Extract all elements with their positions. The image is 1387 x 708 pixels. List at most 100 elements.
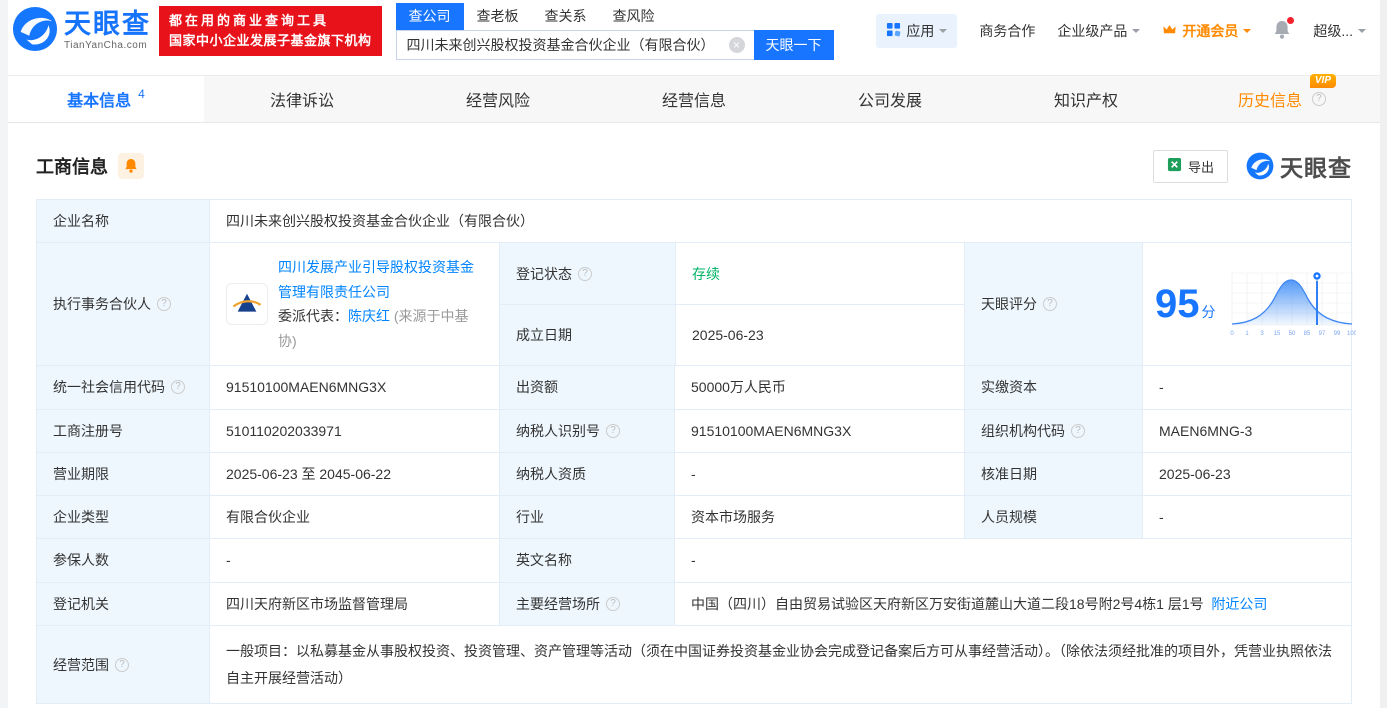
notification-bell[interactable]: [1273, 16, 1295, 43]
help-icon[interactable]: [115, 657, 129, 672]
approval-date-value: 2025-06-23: [1142, 452, 1351, 496]
staff-size-value: -: [1142, 496, 1351, 539]
establish-date-label: 成立日期: [500, 305, 675, 366]
svg-text:0: 0: [1230, 331, 1234, 337]
help-icon[interactable]: [578, 266, 592, 281]
reg-authority-value: 四川天府新区市场监督管理局: [209, 582, 499, 626]
tab-basic-count: 4: [138, 87, 145, 101]
reg-status-value: 存续: [675, 243, 964, 305]
nav-vip-label: 开通会员: [1182, 23, 1239, 39]
search-button[interactable]: 天眼一下: [753, 29, 834, 60]
search-tab-company[interactable]: 查公司: [395, 2, 464, 30]
company-type-value: 有限合伙企业: [209, 496, 499, 539]
chevron-down-icon: [939, 29, 948, 37]
svg-text:15: 15: [1273, 331, 1280, 337]
help-icon[interactable]: [157, 297, 171, 312]
partner-company-link[interactable]: 四川发展产业引导股权投资基金管理有限责任公司: [278, 259, 474, 300]
taxpayer-quality-label: 纳税人资质: [499, 452, 674, 496]
industry-label: 行业: [499, 496, 674, 539]
score-label: 天眼评分: [964, 243, 1142, 366]
business-term-value: 2025-06-23 至 2045-06-22: [209, 452, 499, 496]
nav-open-vip[interactable]: 开通会员: [1162, 21, 1252, 41]
svg-text:85: 85: [1303, 331, 1310, 337]
export-button[interactable]: 导出: [1152, 149, 1228, 183]
capital-label: 出资额: [499, 366, 674, 409]
help-icon[interactable]: [1071, 423, 1085, 438]
tianyancha-logo-icon: [12, 6, 58, 57]
address-value: 中国（四川）自由贸易试验区天府新区万安街道麓山大道二段18号附2号4栋1 层1号…: [674, 582, 1351, 626]
chevron-down-icon: [1243, 29, 1252, 37]
score-number: 95: [1155, 282, 1200, 327]
tab-basic-label: 基本信息: [67, 93, 132, 110]
taxpayer-id-label: 纳税人识别号: [499, 409, 674, 452]
business-scope-value: 一般项目：以私募基金从事股权投资、投资管理、资产管理等活动（须在中国证券投资基金…: [209, 626, 1351, 704]
app-grid-icon: [886, 22, 901, 40]
table-row: 执行事务合伙人 四川发展产业引导股权投资基金管理有限责任公司 委派代表：陈庆红 …: [37, 242, 1356, 366]
promo-banner-line2: 国家中小企业发展子基金旗下机构: [169, 33, 372, 48]
help-icon[interactable]: [1043, 297, 1057, 312]
section-title: 工商信息: [36, 157, 108, 177]
svg-text:99: 99: [1333, 331, 1340, 337]
address-label: 主要经营场所: [499, 582, 674, 626]
search-block: 查公司 查老板 查关系 查风险 天眼一下: [395, 2, 834, 60]
tab-operating-info[interactable]: 经营信息: [596, 76, 792, 122]
table-row: 经营范围 一般项目：以私募基金从事股权投资、投资管理、资产管理等活动（须在中国证…: [37, 625, 1351, 704]
tab-basic-info[interactable]: 基本信息 4: [8, 76, 204, 122]
establish-date-value: 2025-06-23: [675, 305, 964, 366]
help-icon[interactable]: [1312, 92, 1326, 106]
nav-enterprise-products[interactable]: 企业级产品: [1057, 21, 1141, 41]
tab-intellectual-property[interactable]: 知识产权: [988, 76, 1184, 122]
search-tab-boss[interactable]: 查老板: [464, 3, 532, 30]
brand-watermark-text: 天眼查: [1280, 155, 1352, 181]
vip-badge: VIP: [1309, 74, 1336, 88]
reg-authority-label: 登记机关: [37, 582, 209, 626]
svg-text:50: 50: [1288, 331, 1295, 337]
search-tab-relation[interactable]: 查关系: [532, 3, 600, 30]
chevron-down-icon: [1132, 29, 1141, 37]
help-icon[interactable]: [606, 423, 620, 438]
svg-text:3: 3: [1260, 331, 1264, 337]
tab-history-label: 历史信息: [1237, 93, 1302, 110]
table-row: 登记机关 四川天府新区市场监督管理局 主要经营场所 中国（四川）自由贸易试验区天…: [37, 581, 1351, 626]
tab-operation-label: 经营信息: [661, 93, 726, 110]
tab-ip-label: 知识产权: [1053, 93, 1118, 110]
tab-history-info[interactable]: 历史信息 VIP: [1184, 74, 1380, 122]
nav-cooperation-label: 商务合作: [979, 23, 1036, 39]
top-header: 天眼查 TianYanCha.com 都在用的商业查询工具 国家中小企业发展子基…: [8, 0, 1380, 62]
score-value: 95 分 0 1 3 15 50 85 97 99 100: [1142, 243, 1368, 366]
business-info-table: 企业名称 四川未来创兴股权投资基金合伙企业（有限合伙） 执行事务合伙人 四川发展…: [36, 199, 1356, 705]
logo-title: 天眼查: [64, 9, 151, 39]
reg-status-label: 登记状态: [500, 243, 675, 305]
approval-date-label: 核准日期: [964, 452, 1142, 496]
deputy-label: 委派代表：: [278, 308, 348, 325]
clear-search-icon[interactable]: [728, 36, 745, 53]
score-distribution-chart: 0 1 3 15 50 85 97 99 100: [1230, 271, 1356, 337]
help-icon[interactable]: [171, 380, 185, 395]
tianyancha-logo[interactable]: 天眼查 TianYanCha.com: [12, 6, 151, 57]
nav-apps[interactable]: 应用: [876, 14, 958, 48]
subscribe-bell-button[interactable]: [118, 153, 144, 179]
deputy-name-link[interactable]: 陈庆红: [348, 308, 390, 324]
credit-code-value: 91510100MAEN6MNG3X: [209, 366, 499, 409]
table-row: 营业期限 2025-06-23 至 2045-06-22 纳税人资质 - 核准日…: [37, 451, 1351, 496]
table-row: 工商注册号 510110202033971 纳税人识别号 91510100MAE…: [37, 408, 1351, 452]
partner-value: 四川发展产业引导股权投资基金管理有限责任公司 委派代表：陈庆红 (来源于中基协): [209, 243, 499, 366]
nav-cooperation[interactable]: 商务合作: [979, 21, 1035, 41]
nav-enterprise-label: 企业级产品: [1057, 23, 1128, 39]
promo-banner-line1: 都在用的商业查询工具: [169, 12, 330, 28]
credit-code-label: 统一社会信用代码: [37, 366, 209, 409]
nav-super-vip[interactable]: 超级...: [1313, 21, 1366, 41]
tab-operating-risk[interactable]: 经营风险: [400, 76, 596, 122]
logo-domain: TianYanCha.com: [64, 40, 148, 51]
search-tab-risk[interactable]: 查风险: [600, 3, 668, 30]
industry-value: 资本市场服务: [674, 496, 964, 539]
company-name-label: 企业名称: [37, 200, 209, 243]
nearby-companies-link[interactable]: 附近公司: [1211, 596, 1267, 612]
tab-legal[interactable]: 法律诉讼: [204, 76, 400, 122]
partner-label: 执行事务合伙人: [37, 243, 209, 366]
search-input[interactable]: [395, 29, 754, 60]
tab-company-development[interactable]: 公司发展: [792, 76, 988, 122]
company-type-label: 企业类型: [37, 496, 209, 539]
help-icon[interactable]: [606, 596, 620, 611]
scrollbar[interactable]: [1380, 0, 1387, 708]
